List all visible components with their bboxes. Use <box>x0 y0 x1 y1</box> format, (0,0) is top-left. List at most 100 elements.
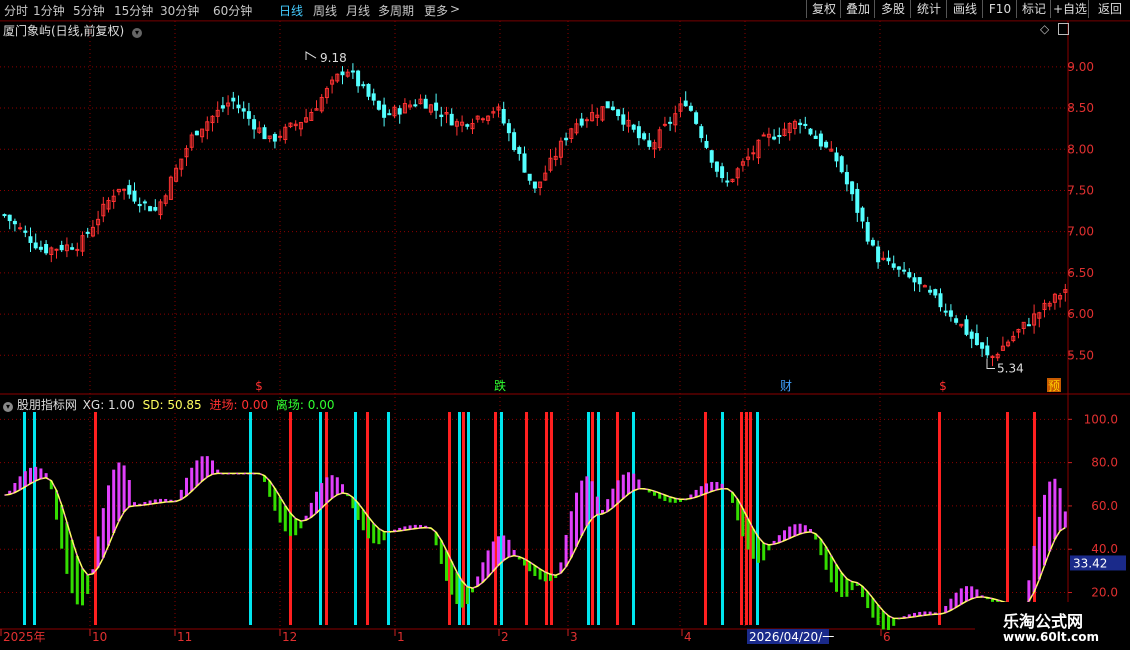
indicator-bar <box>876 604 880 626</box>
entry-signal-line <box>616 412 619 625</box>
candle-body <box>137 203 142 207</box>
indicator-bar <box>122 465 126 512</box>
event-marker[interactable]: 财 <box>780 379 792 393</box>
indicator-bar <box>34 466 38 481</box>
candle-body <box>818 133 823 147</box>
watermark-url: www.60lt.com <box>1003 630 1100 644</box>
sd-value: SD: 50.85 <box>142 398 202 412</box>
indicator-bar <box>746 518 750 550</box>
indicator-bar <box>538 568 542 580</box>
diamond-icon[interactable]: ◇ <box>1040 22 1049 36</box>
candle-body <box>974 333 979 346</box>
candle-body <box>501 108 506 124</box>
indicator-bar <box>497 536 500 566</box>
indicator-bar <box>627 472 630 495</box>
indicator-bar <box>75 556 79 605</box>
candle-body <box>616 109 621 116</box>
candle-body <box>980 342 985 349</box>
candle-body <box>340 71 345 76</box>
event-marker[interactable]: $ <box>939 379 947 393</box>
indicator-bar <box>309 502 313 518</box>
candle-body <box>75 248 80 251</box>
price-tick-label: 7.50 <box>1067 183 1094 197</box>
chevron-down-icon[interactable]: ▾ <box>132 28 143 38</box>
indicator-bar <box>590 481 594 519</box>
candle-body <box>912 277 917 283</box>
chevron-down-icon[interactable]: ▾ <box>3 402 13 412</box>
indicator-bar <box>751 528 755 559</box>
time-tick-label: 2025年 <box>3 630 46 644</box>
indicator-bar <box>382 531 386 541</box>
sd-line <box>4 472 1066 620</box>
time-tick-label: 12 <box>282 630 297 644</box>
indicator-bar <box>507 539 511 557</box>
candle-body <box>480 118 485 121</box>
candle-body <box>7 214 12 222</box>
candle-body <box>532 181 537 189</box>
candle-body <box>512 132 517 150</box>
indicator-bar <box>887 615 890 630</box>
candle-body <box>382 104 387 118</box>
indicator-bar <box>611 488 615 508</box>
candle-body <box>902 269 907 272</box>
event-marker[interactable]: $ <box>255 379 263 393</box>
indicator-bar <box>460 580 464 608</box>
indicator-bar <box>60 504 64 549</box>
indicator-bar <box>320 483 324 509</box>
time-cursor-label: 2026/04/20/一 <box>749 630 834 644</box>
candle-body <box>85 231 90 234</box>
indicator-bar <box>23 471 27 487</box>
indicator-bar <box>840 572 844 597</box>
candle-body <box>891 263 896 268</box>
indicator-bar <box>835 564 838 592</box>
candle-body <box>153 207 158 211</box>
entry-signal-line <box>545 412 548 625</box>
candle-body <box>917 277 922 285</box>
indicator-bar <box>595 496 599 515</box>
candle-body <box>59 244 64 251</box>
candle-body <box>636 126 641 139</box>
stock-chart[interactable]: 9.18 5.34 $ 跌 财 $ 预 5.50 6.00 6.50 7.00 7.50 8.00 8.… <box>0 0 1130 650</box>
indicator-bar <box>81 568 84 606</box>
indicator-bar <box>1043 494 1046 566</box>
indicator-bar <box>710 481 714 492</box>
indicator-bar <box>881 611 885 630</box>
indicator-bar <box>845 578 849 597</box>
candle-body <box>772 136 777 140</box>
candle-body <box>985 345 990 356</box>
indicator-bar <box>829 555 833 583</box>
exit-signal-line <box>23 412 26 625</box>
indicator-bar <box>289 513 292 536</box>
price-tick-label: 9.00 <box>1067 60 1094 74</box>
candle-body <box>44 244 49 254</box>
candle-body <box>720 166 725 179</box>
candle-body <box>439 114 444 118</box>
indicator-bar <box>13 483 17 493</box>
indicator-bar <box>112 469 116 533</box>
candle-body <box>704 140 709 148</box>
indicator-bar <box>127 480 131 507</box>
candle-body <box>907 272 912 278</box>
candle-body <box>506 123 511 134</box>
high-marker-arrow <box>305 51 317 61</box>
candle-body <box>54 248 59 251</box>
indicator-bar <box>824 546 828 570</box>
candle-body <box>813 135 818 139</box>
indicator-bar <box>70 539 74 594</box>
event-marker[interactable]: 预 <box>1048 379 1060 393</box>
time-tick-label: 2 <box>501 630 509 644</box>
indicator-bar <box>1063 511 1067 528</box>
indicator-bar <box>294 518 298 536</box>
candle-body <box>579 118 584 126</box>
time-tick-label: 11 <box>177 630 192 644</box>
event-marker[interactable]: 跌 <box>494 378 506 393</box>
indicator-tick-label: 60.0 <box>1091 499 1118 513</box>
indicator-bar <box>803 525 807 533</box>
candle-body <box>964 319 969 335</box>
indicator-bar <box>569 511 573 558</box>
candle-body <box>28 236 33 243</box>
indicator-tick-label: 80.0 <box>1091 456 1118 470</box>
candle-body <box>928 289 933 293</box>
indicator-bar <box>632 473 636 491</box>
window-icon[interactable] <box>1058 23 1069 35</box>
